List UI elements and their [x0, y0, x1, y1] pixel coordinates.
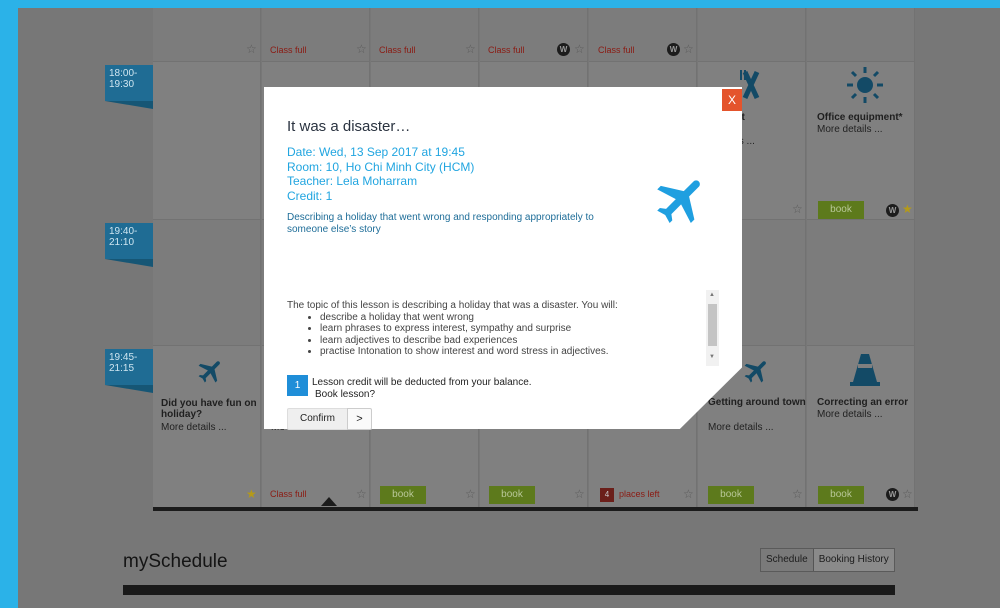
schedule-tabs: Schedule Booking History: [760, 548, 895, 572]
book-button[interactable]: book: [380, 486, 426, 504]
left-frame-bar: [0, 0, 18, 608]
topic-item: learn adjectives to describe bad experie…: [320, 335, 697, 347]
class-title[interactable]: Correcting an error: [817, 397, 908, 408]
favorite-star-icon[interactable]: ☆: [465, 42, 476, 56]
lesson-description: Describing a holiday that went wrong and…: [287, 212, 594, 235]
time-slot-label: 19:45- 21:15: [105, 349, 153, 393]
lesson-topic: The topic of this lesson is describing a…: [287, 300, 697, 358]
grid-cell: [807, 8, 915, 62]
book-button[interactable]: book: [708, 486, 754, 504]
time-slot-label: 19:40- 21:10: [105, 223, 153, 267]
favorite-star-icon[interactable]: ☆: [356, 487, 367, 501]
more-details-link[interactable]: More details ...: [708, 422, 774, 433]
book-button[interactable]: book: [489, 486, 535, 504]
class-title[interactable]: Getting around town: [708, 397, 808, 408]
favorite-star-icon[interactable]: ☆: [574, 487, 585, 501]
favorite-star-icon[interactable]: ★: [246, 487, 257, 501]
tab-schedule[interactable]: Schedule: [761, 549, 814, 571]
favorite-star-icon[interactable]: ☆: [356, 42, 367, 56]
grid-cell: [153, 220, 261, 346]
modal-title: It was a disaster…: [287, 118, 411, 135]
credit-notice-line: Lesson credit will be deducted from your…: [312, 377, 532, 388]
class-full-label: Class full: [270, 489, 307, 499]
w-badge-icon: W: [886, 204, 899, 217]
lesson-info: Date: Wed, 13 Sep 2017 at 19:45 Room: 10…: [287, 145, 474, 203]
tab-booking-history[interactable]: Booking History: [813, 549, 894, 571]
places-left-label: places left: [619, 489, 660, 499]
confirm-arrow-button[interactable]: >: [347, 408, 372, 430]
more-details-link[interactable]: More details ...: [817, 124, 883, 135]
class-title[interactable]: Office equipment*: [817, 112, 903, 123]
top-frame-bar: [0, 0, 1000, 8]
favorite-star-icon[interactable]: ☆: [246, 42, 257, 56]
selected-pointer: [321, 497, 337, 506]
book-button[interactable]: book: [818, 201, 864, 219]
w-badge-icon: W: [557, 43, 570, 56]
favorite-star-icon[interactable]: ★: [902, 202, 913, 216]
favorite-star-icon[interactable]: ☆: [902, 487, 913, 501]
class-full-label: Class full: [379, 45, 416, 55]
traffic-cone-icon: [850, 354, 880, 386]
myschedule-title: mySchedule: [123, 551, 228, 572]
favorite-star-icon[interactable]: ☆: [465, 487, 476, 501]
scroll-up-icon[interactable]: ▲: [709, 292, 715, 298]
topic-item: learn phrases to express interest, sympa…: [320, 323, 697, 335]
confirm-button[interactable]: Confirm: [287, 408, 347, 430]
favorite-star-icon[interactable]: ☆: [574, 42, 585, 56]
grid-bottom-border: [153, 507, 918, 511]
topic-item: practise Intonation to show interest and…: [320, 346, 697, 358]
topic-list: describe a holiday that went wrong learn…: [320, 312, 697, 358]
places-count-badge: 4: [600, 488, 614, 502]
credit-count-badge: 1: [287, 375, 308, 396]
grid-cell: [807, 220, 915, 346]
class-title[interactable]: Did you have fun on holiday?: [161, 398, 261, 420]
airplane-icon: [744, 361, 766, 383]
favorite-star-icon[interactable]: ☆: [683, 487, 694, 501]
class-full-label: Class full: [270, 45, 307, 55]
lesson-date: Date: Wed, 13 Sep 2017 at 19:45: [287, 145, 465, 159]
grid-cell: [153, 8, 261, 62]
close-button[interactable]: X: [722, 89, 742, 111]
favorite-star-icon[interactable]: ☆: [792, 487, 803, 501]
grid-cell: [698, 8, 806, 62]
lesson-teacher: Teacher: Lela Moharram: [287, 174, 418, 188]
schedule-divider: [123, 585, 895, 595]
book-button[interactable]: book: [818, 486, 864, 504]
sun-icon: [847, 67, 883, 103]
topic-intro: The topic of this lesson is describing a…: [287, 300, 618, 311]
class-full-label: Class full: [488, 45, 525, 55]
favorite-star-icon[interactable]: ☆: [683, 42, 694, 56]
more-details-link[interactable]: More details ...: [161, 422, 227, 433]
lesson-credit: Credit: 1: [287, 188, 333, 203]
credit-notice: Lesson credit will be deducted from your…: [312, 377, 532, 400]
favorite-star-icon[interactable]: ☆: [792, 202, 803, 216]
grid-cell: [153, 62, 261, 220]
scroll-down-icon[interactable]: ▼: [709, 354, 715, 360]
lesson-room: Room: 10, Ho Chi Minh City (HCM): [287, 159, 475, 174]
airplane-icon: [198, 361, 220, 383]
w-badge-icon: W: [667, 43, 680, 56]
topic-scrollbar[interactable]: ▲ ▼: [706, 290, 719, 366]
scrollbar-thumb[interactable]: [708, 304, 717, 346]
more-details-link[interactable]: More details ...: [817, 409, 883, 420]
time-slot-label: 18:00- 19:30: [105, 65, 153, 109]
class-full-label: Class full: [598, 45, 635, 55]
w-badge-icon: W: [886, 488, 899, 501]
airplane-icon: [657, 180, 700, 223]
book-question: Book lesson?: [315, 388, 376, 400]
topic-item: describe a holiday that went wrong: [320, 312, 697, 324]
